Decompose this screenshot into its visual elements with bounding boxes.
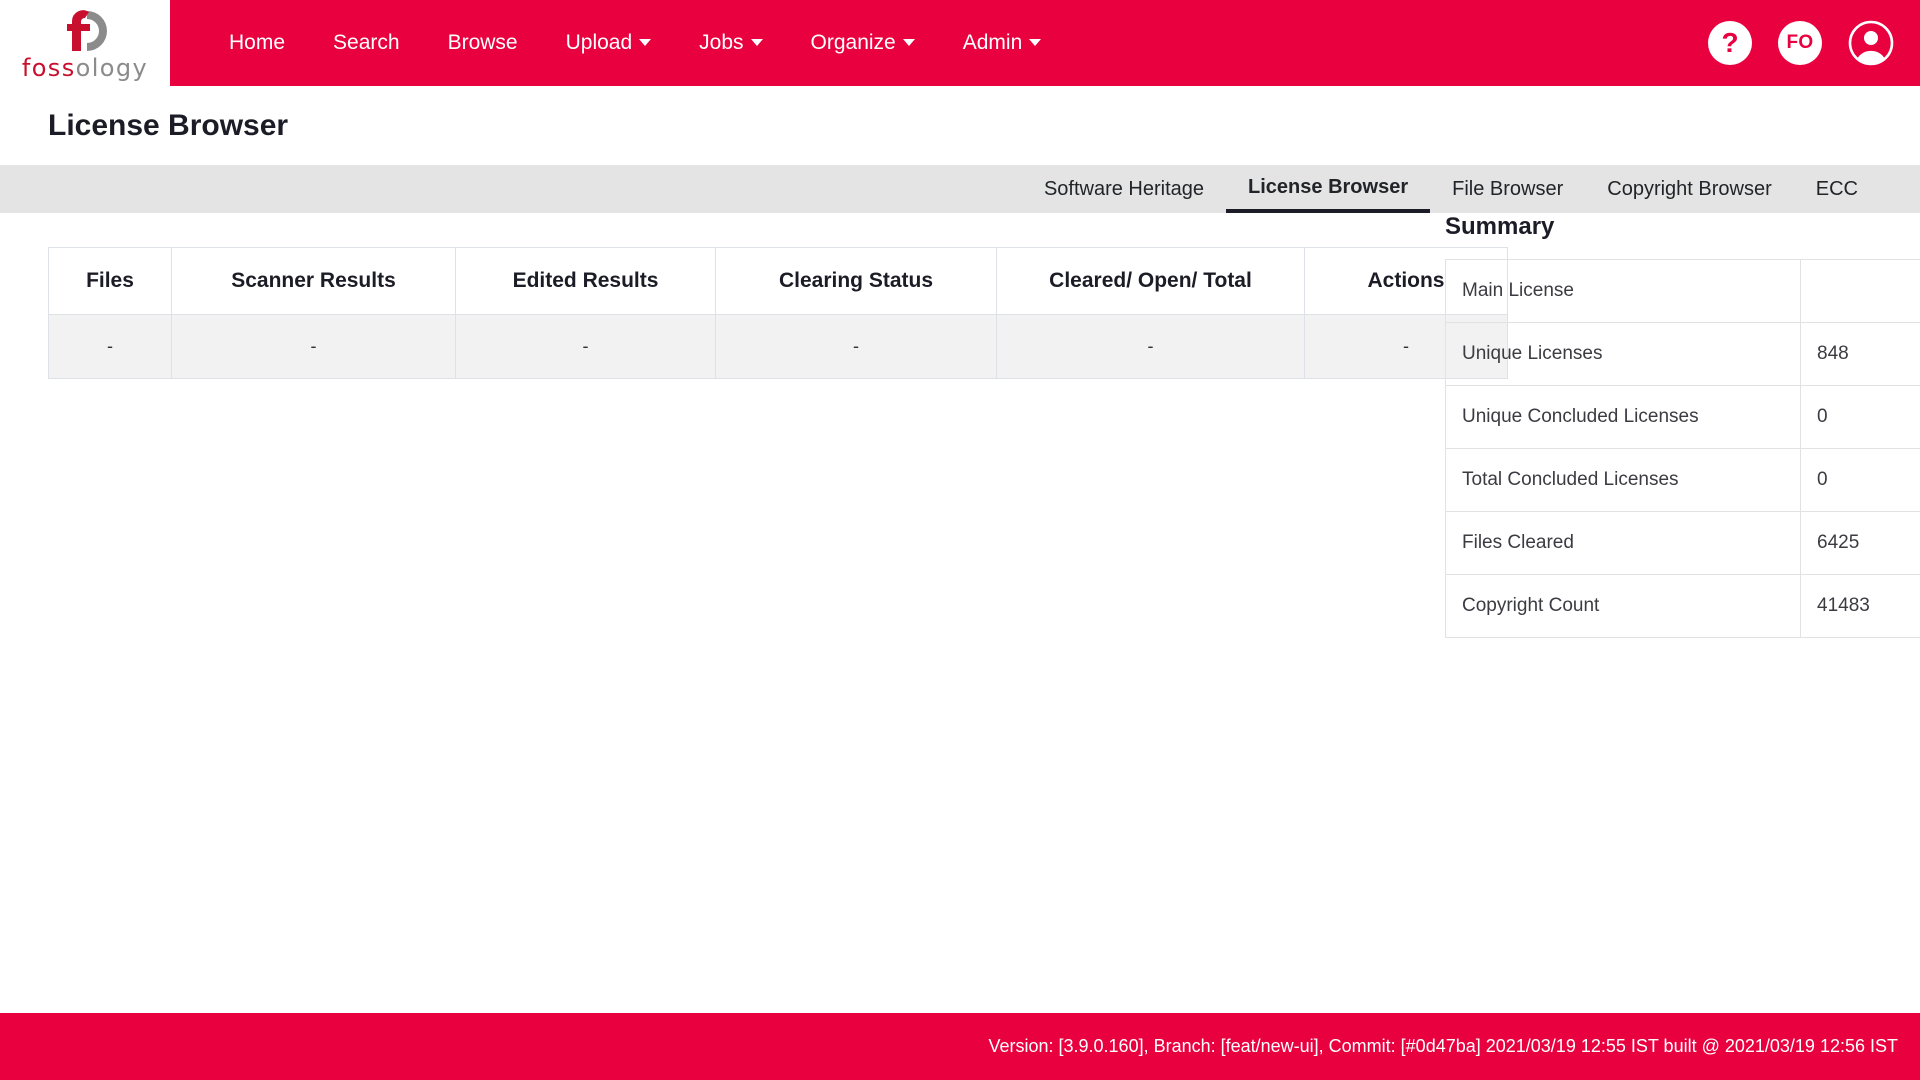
license-results-table: Files Scanner Results Edited Results Cle… bbox=[48, 247, 1508, 379]
nav-item-home-label: Home bbox=[229, 31, 286, 54]
tab-license-browser[interactable]: License Browser bbox=[1226, 165, 1431, 213]
tab-copyright-browser[interactable]: Copyright Browser bbox=[1585, 165, 1794, 213]
column-header-edited-results[interactable]: Edited Results bbox=[455, 247, 716, 315]
footer-version-text: Version: [3.9.0.160], Branch: [feat/new-… bbox=[988, 1036, 1898, 1056]
nav-item-jobs-label: Jobs bbox=[699, 31, 744, 54]
summary-row-copyright-count: Copyright Count 41483 bbox=[1445, 574, 1920, 638]
cell-clearing-status: - bbox=[715, 314, 997, 379]
user-avatar-icon[interactable] bbox=[1848, 20, 1894, 66]
brand-wordmark: fossology bbox=[22, 56, 148, 80]
cell-scanner-results: - bbox=[171, 314, 456, 379]
nav-item-jobs[interactable]: Jobs bbox=[675, 0, 786, 86]
brand-wordmark-gray: ology bbox=[75, 53, 149, 82]
summary-value-total-concluded-licenses: 0 bbox=[1800, 448, 1920, 512]
summary-value-unique-licenses: 848 bbox=[1800, 322, 1920, 386]
user-initials-label: FO bbox=[1786, 32, 1814, 53]
summary-row-unique-concluded-licenses: Unique Concluded Licenses 0 bbox=[1445, 385, 1920, 449]
tab-file-browser[interactable]: File Browser bbox=[1430, 165, 1585, 213]
cell-cleared-open-total: - bbox=[996, 314, 1305, 379]
tab-software-heritage-label: Software Heritage bbox=[1043, 177, 1205, 200]
summary-label-unique-concluded-licenses: Unique Concluded Licenses bbox=[1445, 385, 1801, 449]
summary-label-unique-licenses: Unique Licenses bbox=[1445, 322, 1801, 386]
summary-label-main-license: Main License bbox=[1445, 259, 1801, 323]
column-header-files[interactable]: Files bbox=[48, 247, 172, 315]
cell-edited-results: - bbox=[455, 314, 716, 379]
user-initials-badge[interactable]: FO bbox=[1778, 21, 1822, 65]
tab-copyright-browser-label: Copyright Browser bbox=[1607, 177, 1772, 200]
page-title: License Browser bbox=[48, 108, 289, 142]
summary-heading: Summary bbox=[1445, 213, 1555, 240]
summary-row-total-concluded-licenses: Total Concluded Licenses 0 bbox=[1445, 448, 1920, 512]
chevron-down-icon bbox=[639, 38, 652, 46]
summary-label-copyright-count: Copyright Count bbox=[1445, 574, 1801, 638]
column-header-clearing-status[interactable]: Clearing Status bbox=[715, 247, 997, 315]
column-header-cleared-open-total[interactable]: Cleared/ Open/ Total bbox=[996, 247, 1305, 315]
summary-value-copyright-count: 41483 bbox=[1800, 574, 1920, 638]
page-footer: Version: [3.9.0.160], Branch: [feat/new-… bbox=[0, 1013, 1920, 1080]
nav-item-admin[interactable]: Admin bbox=[939, 0, 1066, 86]
summary-label-total-concluded-licenses: Total Concluded Licenses bbox=[1445, 448, 1801, 512]
navbar-actions: ? FO bbox=[1708, 0, 1894, 86]
summary-label-files-cleared: Files Cleared bbox=[1445, 511, 1801, 575]
fossology-logo-icon bbox=[54, 9, 116, 55]
summary-value-unique-concluded-licenses: 0 bbox=[1800, 385, 1920, 449]
table-header-row: Files Scanner Results Edited Results Cle… bbox=[48, 247, 1508, 315]
top-navbar: fossology Home Search Browse Upload Jobs… bbox=[0, 0, 1920, 88]
help-icon-label: ? bbox=[1721, 27, 1739, 58]
table-header: Files Scanner Results Edited Results Cle… bbox=[48, 247, 1508, 315]
tab-ecc[interactable]: ECC bbox=[1794, 165, 1880, 213]
nav-item-upload-label: Upload bbox=[565, 31, 633, 54]
nav-item-upload[interactable]: Upload bbox=[542, 0, 676, 86]
nav-item-organize-label: Organize bbox=[810, 31, 896, 54]
nav-item-organize[interactable]: Organize bbox=[787, 0, 939, 86]
tab-software-heritage[interactable]: Software Heritage bbox=[1022, 165, 1226, 213]
tab-ecc-label: ECC bbox=[1815, 177, 1858, 200]
page-title-bar: License Browser bbox=[0, 86, 1920, 165]
chevron-down-icon bbox=[902, 38, 915, 46]
main-content: Files Scanner Results Edited Results Cle… bbox=[0, 213, 1920, 1013]
brand-logo[interactable]: fossology bbox=[0, 0, 170, 88]
nav-item-browse[interactable]: Browse bbox=[424, 0, 542, 86]
brand-wordmark-red: foss bbox=[21, 53, 76, 82]
cell-files: - bbox=[48, 314, 172, 379]
nav-item-home[interactable]: Home bbox=[205, 0, 309, 86]
browser-tabbar: Software Heritage License Browser File B… bbox=[0, 165, 1920, 213]
summary-value-main-license bbox=[1800, 259, 1920, 323]
nav-item-browse-label: Browse bbox=[447, 31, 518, 54]
table-row[interactable]: - - - - - - bbox=[48, 314, 1508, 379]
tab-license-browser-label: License Browser bbox=[1248, 175, 1409, 198]
table-body: - - - - - - bbox=[48, 314, 1508, 379]
help-icon[interactable]: ? bbox=[1708, 21, 1752, 65]
nav-item-search-label: Search bbox=[333, 31, 400, 54]
chevron-down-icon bbox=[750, 38, 763, 46]
nav-item-search[interactable]: Search bbox=[309, 0, 424, 86]
nav-item-admin-label: Admin bbox=[962, 31, 1023, 54]
summary-panel: Summary Main License Unique Licenses 848… bbox=[1445, 213, 1920, 638]
summary-table: Main License Unique Licenses 848 Unique … bbox=[1445, 259, 1920, 638]
main-nav: Home Search Browse Upload Jobs Organize … bbox=[205, 0, 1065, 86]
column-header-scanner-results[interactable]: Scanner Results bbox=[171, 247, 456, 315]
summary-table-body: Main License Unique Licenses 848 Unique … bbox=[1445, 259, 1920, 638]
chevron-down-icon bbox=[1029, 38, 1042, 46]
tab-file-browser-label: File Browser bbox=[1452, 177, 1564, 200]
summary-row-main-license: Main License bbox=[1445, 259, 1920, 323]
summary-row-files-cleared: Files Cleared 6425 bbox=[1445, 511, 1920, 575]
summary-row-unique-licenses: Unique Licenses 848 bbox=[1445, 322, 1920, 386]
summary-value-files-cleared: 6425 bbox=[1800, 511, 1920, 575]
